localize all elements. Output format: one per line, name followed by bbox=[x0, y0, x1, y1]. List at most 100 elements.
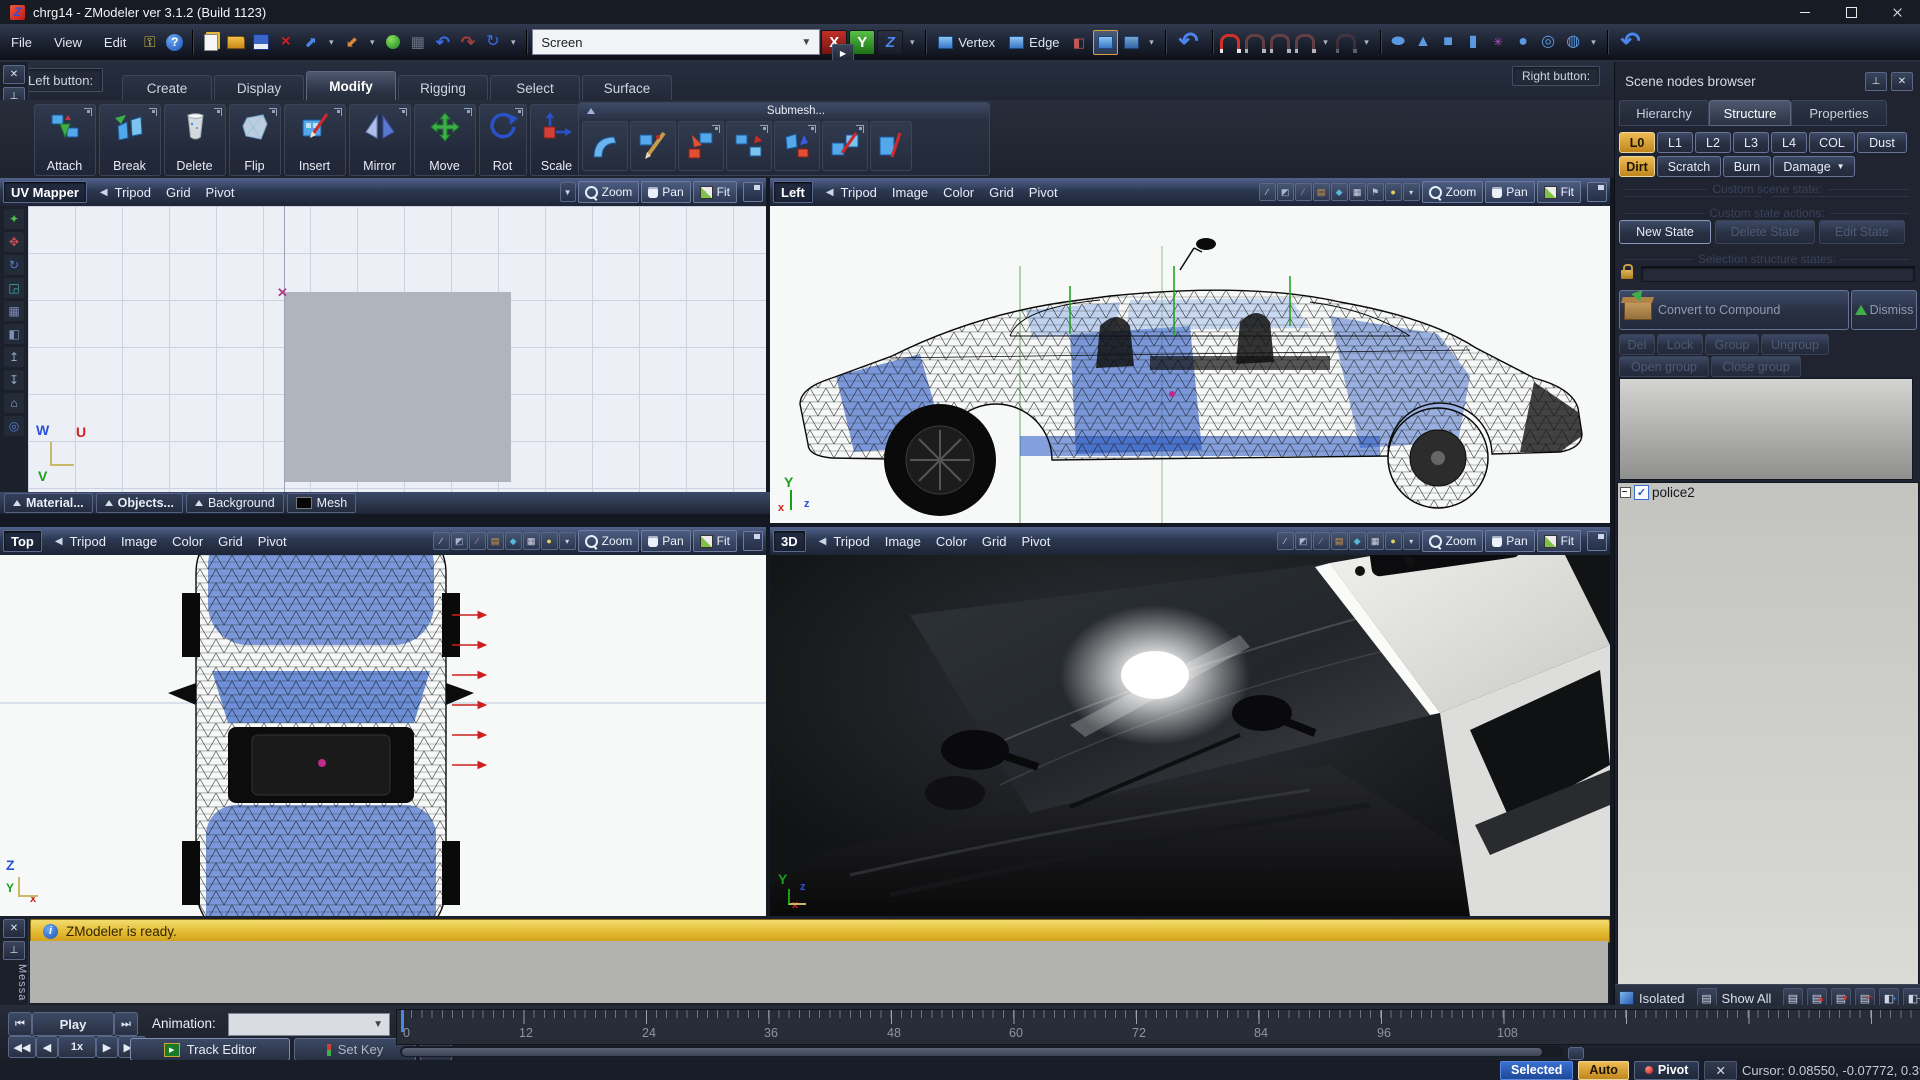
tab-hierarchy[interactable]: Hierarchy bbox=[1619, 100, 1709, 126]
viewport-back-icon[interactable]: ◀ bbox=[55, 536, 63, 547]
tab-create[interactable]: Create bbox=[122, 75, 212, 100]
left-zoom-button[interactable]: Zoom bbox=[1422, 181, 1484, 203]
top-menu-grid[interactable]: Grid bbox=[218, 534, 243, 549]
snap-vertex-icon[interactable] bbox=[1219, 31, 1242, 54]
lod-l3-button[interactable]: L3 bbox=[1733, 132, 1769, 153]
refresh-dropdown-icon[interactable]: ▾ bbox=[506, 31, 520, 54]
ribbon-button-mirror[interactable]: Mirror bbox=[349, 104, 411, 176]
expand-corner-icon[interactable] bbox=[712, 125, 720, 133]
left-menu-tripod[interactable]: Tripod bbox=[841, 185, 877, 200]
primitive-column-icon[interactable]: ▮ bbox=[1462, 31, 1485, 54]
state-burn-button[interactable]: Burn bbox=[1723, 156, 1771, 177]
auto-mode-button[interactable]: Auto bbox=[1578, 1061, 1628, 1080]
left-menu-color[interactable]: Color bbox=[943, 185, 974, 200]
timeline-scrollbar[interactable] bbox=[400, 1046, 1563, 1057]
del-button[interactable]: Del bbox=[1619, 334, 1655, 355]
scene-close-button[interactable]: ✕ bbox=[1891, 72, 1913, 91]
submesh-tool-detach[interactable] bbox=[726, 121, 772, 171]
edit-state-button[interactable]: Edit State bbox=[1819, 220, 1905, 244]
primitive-cone-icon[interactable]: ▲ bbox=[1412, 31, 1435, 54]
messages-close-button[interactable]: ✕ bbox=[3, 919, 25, 938]
shaded-mode-icon[interactable]: ◩ bbox=[1277, 183, 1294, 201]
light-icon[interactable]: ● bbox=[541, 532, 558, 550]
state-scratch-button[interactable]: Scratch bbox=[1657, 156, 1721, 177]
tab-structure[interactable]: Structure bbox=[1709, 100, 1791, 126]
menu-edit[interactable]: Edit bbox=[93, 35, 137, 50]
shaded-mode-icon[interactable]: ◩ bbox=[1295, 532, 1312, 550]
top-canvas[interactable]: Z Y x bbox=[0, 555, 766, 916]
primitive-plant-icon[interactable]: ✳ bbox=[1487, 31, 1510, 54]
expand-corner-icon[interactable] bbox=[760, 125, 768, 133]
ribbon-button-flip[interactable]: Flip bbox=[229, 104, 281, 176]
uv-tool-mapping-icon[interactable]: ◧ bbox=[4, 324, 24, 344]
uv-tool-rotate-icon[interactable]: ↻ bbox=[4, 255, 24, 275]
uv-fit-button[interactable]: Fit bbox=[693, 181, 737, 203]
3d-pan-button[interactable]: Pan bbox=[1485, 530, 1534, 552]
palette-icon[interactable]: ▤ bbox=[1331, 532, 1348, 550]
expand-corner-icon[interactable] bbox=[149, 108, 157, 116]
uv-menu-tripod[interactable]: Tripod bbox=[115, 185, 151, 200]
primitive-dropdown-icon[interactable]: ▾ bbox=[1587, 31, 1601, 54]
lod-dust-button[interactable]: Dust bbox=[1857, 132, 1907, 153]
license-icon[interactable]: ⚿ bbox=[138, 31, 161, 54]
import-dropdown-icon[interactable]: ▾ bbox=[365, 31, 379, 54]
delete-state-button[interactable]: Delete State bbox=[1715, 220, 1815, 244]
tab-material[interactable]: Material... bbox=[4, 493, 93, 513]
speed-button[interactable]: 1x bbox=[58, 1036, 96, 1058]
open-group-button[interactable]: Open group bbox=[1619, 356, 1709, 377]
tab-mesh[interactable]: Mesh bbox=[287, 493, 357, 513]
close-group-button[interactable]: Close group bbox=[1711, 356, 1801, 377]
light-icon[interactable]: ● bbox=[1385, 183, 1402, 201]
ribbon-button-insert[interactable]: Insert bbox=[284, 104, 346, 176]
left-menu-image[interactable]: Image bbox=[892, 185, 928, 200]
uv-menu-grid[interactable]: Grid bbox=[166, 185, 191, 200]
light-icon[interactable]: ● bbox=[1385, 532, 1402, 550]
uv-tool-zoomsel-icon[interactable]: ⌂ bbox=[4, 393, 24, 413]
uv-tool-up-icon[interactable]: ↥ bbox=[4, 347, 24, 367]
tab-surface[interactable]: Surface bbox=[582, 75, 672, 100]
uv-maximize-icon[interactable] bbox=[743, 182, 763, 202]
undo-large-icon[interactable]: ↶ bbox=[1172, 31, 1206, 54]
3d-fit-button[interactable]: Fit bbox=[1537, 530, 1581, 552]
expand-corner-icon[interactable] bbox=[808, 125, 816, 133]
axis-dropdown-icon[interactable]: ▾ bbox=[905, 31, 919, 54]
draw-edges-icon[interactable]: ∕ bbox=[1295, 183, 1312, 201]
convert-to-compound-button[interactable]: Convert to Compound bbox=[1619, 290, 1849, 330]
primitive-cube-icon[interactable]: ■ bbox=[1437, 31, 1460, 54]
expand-corner-icon[interactable] bbox=[84, 108, 92, 116]
ribbon-button-scale[interactable]: Scale bbox=[530, 104, 584, 176]
snap-settings-icon[interactable] bbox=[1335, 31, 1358, 54]
left-menu-grid[interactable]: Grid bbox=[989, 185, 1014, 200]
tab-background[interactable]: Background bbox=[186, 493, 284, 513]
draw-edges-icon[interactable]: ∕ bbox=[469, 532, 486, 550]
scene-pin-button[interactable]: ⊥ bbox=[1865, 72, 1887, 91]
primitive-cylinder-icon[interactable]: ◍ bbox=[1562, 31, 1585, 54]
3d-menu-pivot[interactable]: Pivot bbox=[1021, 534, 1050, 549]
maximize-button[interactable] bbox=[1828, 0, 1874, 24]
lod-col-button[interactable]: COL bbox=[1809, 132, 1855, 153]
viewport-back-icon[interactable]: ◀ bbox=[819, 536, 827, 547]
isolated-label[interactable]: Isolated bbox=[1639, 991, 1685, 1006]
tab-objects[interactable]: Objects... bbox=[96, 493, 183, 513]
ribbon-button-delete[interactable]: Delete bbox=[164, 104, 226, 176]
expand-corner-icon[interactable] bbox=[399, 108, 407, 116]
expand-corner-icon[interactable] bbox=[214, 108, 222, 116]
lod-l2-button[interactable]: L2 bbox=[1695, 132, 1731, 153]
primitive-torus-icon[interactable]: ◎ bbox=[1537, 31, 1560, 54]
timeline-scroll-button[interactable] bbox=[1568, 1047, 1584, 1060]
export-dropdown-icon[interactable]: ▾ bbox=[324, 31, 338, 54]
mode-dropdown-icon[interactable]: ▾ bbox=[1145, 31, 1159, 54]
step-forward-button[interactable]: ▶ bbox=[96, 1036, 118, 1058]
paint-icon[interactable]: ◆ bbox=[1331, 183, 1348, 201]
messages-log-area[interactable] bbox=[30, 941, 1608, 1003]
left-pan-button[interactable]: Pan bbox=[1485, 181, 1534, 203]
viewport-back-icon[interactable]: ◀ bbox=[826, 187, 834, 198]
top-menu-color[interactable]: Color bbox=[172, 534, 203, 549]
paint-icon[interactable]: ◆ bbox=[1349, 532, 1366, 550]
submesh-tool-split[interactable] bbox=[774, 121, 820, 171]
timeline-ruler[interactable]: 0 12 24 36 48 60 72 84 96 108 bbox=[396, 1009, 1920, 1045]
dismiss-button[interactable]: Dismiss bbox=[1851, 290, 1917, 330]
display-dropdown-icon[interactable]: ▾ bbox=[559, 532, 576, 550]
snap-grid-icon[interactable] bbox=[1294, 31, 1317, 54]
screen-mode-combo[interactable]: Screen ▼ bbox=[532, 29, 820, 55]
